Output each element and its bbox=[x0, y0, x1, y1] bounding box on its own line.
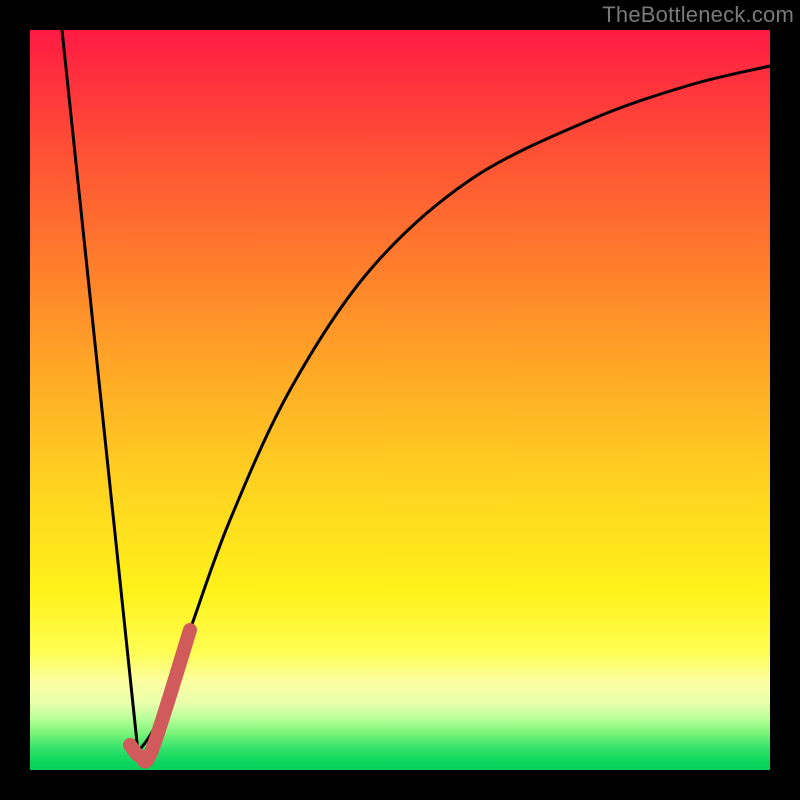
chart-svg bbox=[30, 30, 770, 770]
watermark-label: TheBottleneck.com bbox=[602, 2, 794, 28]
plot-area bbox=[30, 30, 770, 770]
chart-frame: TheBottleneck.com bbox=[0, 0, 800, 800]
curve-red-hook bbox=[130, 630, 190, 761]
curve-black bbox=[62, 30, 770, 752]
